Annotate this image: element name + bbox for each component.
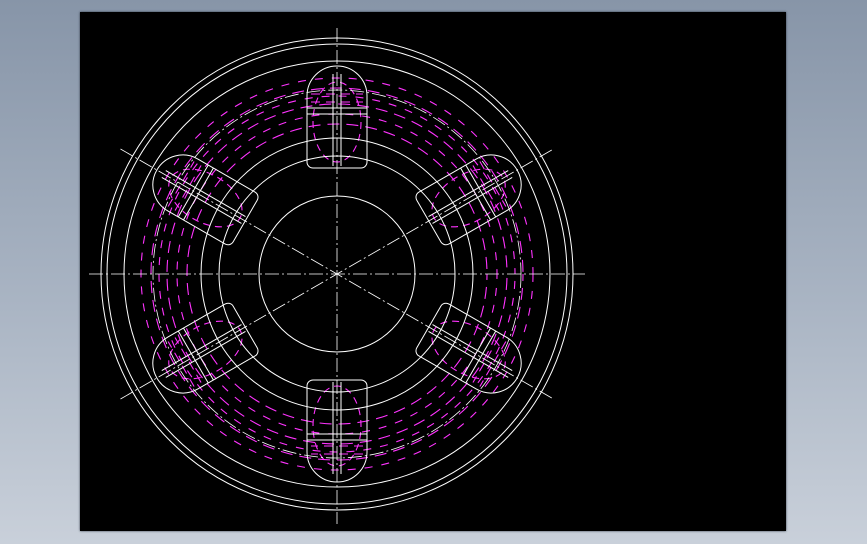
- slot-cross-line: [465, 330, 497, 384]
- slot-key-line: [428, 331, 509, 378]
- cad-viewport[interactable]: [80, 12, 786, 531]
- slot-cross-line: [465, 164, 497, 218]
- slot-key-line: [432, 324, 513, 371]
- slot-key-line: [161, 177, 242, 224]
- slot-key-line: [165, 331, 246, 378]
- center-lines-group: [89, 28, 585, 524]
- slot-key-line: [161, 324, 242, 371]
- slot-key-line: [432, 177, 513, 224]
- flange-drawing: [89, 28, 585, 524]
